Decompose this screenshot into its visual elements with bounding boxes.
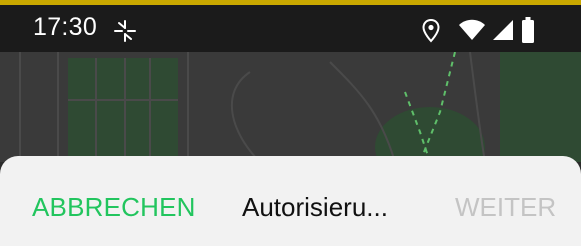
sheet-header: ABBRECHEN Autorisieru... WEITER [0,190,581,234]
bottom-sheet: ABBRECHEN Autorisieru... WEITER [0,156,581,246]
status-time: 17:30 [33,13,98,41]
location-pin-icon [422,19,440,43]
cellular-signal-icon [493,20,513,40]
battery-icon [522,17,534,43]
map-illustration [0,52,581,162]
status-bar: 17:30 [0,5,581,52]
fan-icon [114,20,136,42]
sheet-title: Autorisieru... [242,192,388,222]
next-button[interactable]: WEITER [455,192,556,223]
cancel-button[interactable]: ABBRECHEN [32,192,196,223]
map-background [0,52,581,162]
wifi-icon [459,19,485,40]
